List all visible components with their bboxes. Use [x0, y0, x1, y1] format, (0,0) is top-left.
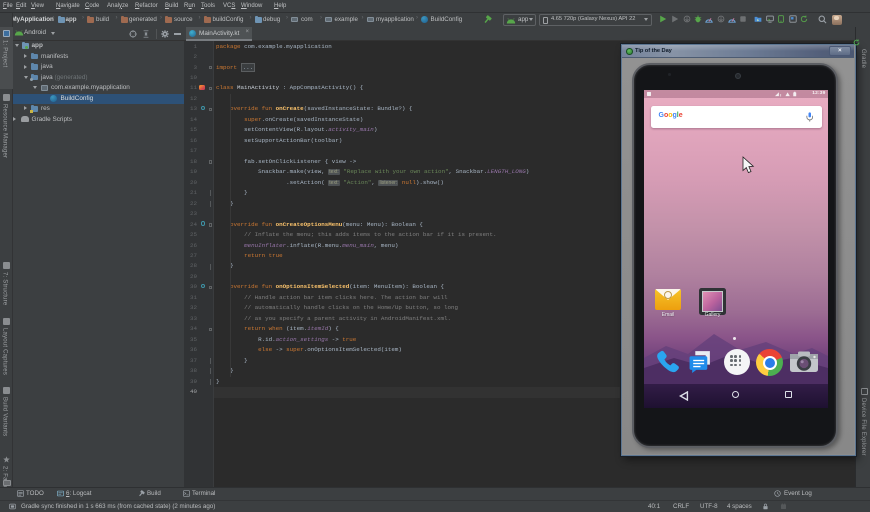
svg-text:il: il — [780, 93, 782, 97]
